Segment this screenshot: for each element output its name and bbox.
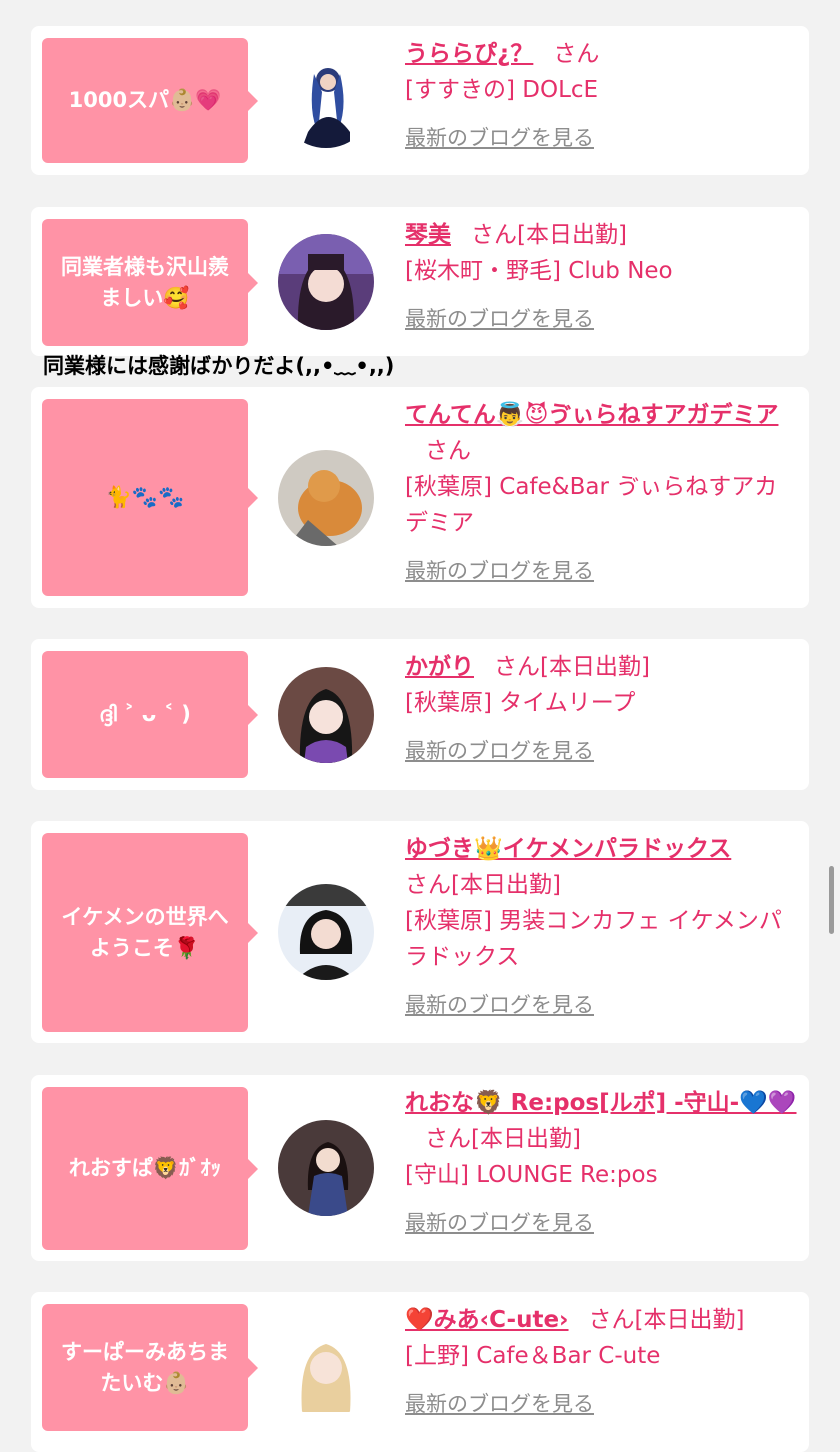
cast-name-link[interactable]: うららぴ¿？	[405, 41, 533, 67]
cast-card: すーぱーみあちま たいむ👶🏼 ❤️みあ‹C-ute› さん[本日出勤] [上野] …	[31, 1292, 809, 1452]
cast-comment-text: 同業様には感謝ばかりだよ(,,•﹏•,,)	[43, 354, 395, 378]
cast-card: 🐈🐾🐾 てんてん👼😈ゔぃらねすアガデミアさん [秋葉原] Cafe&Bar ゔぃ…	[31, 387, 809, 608]
cast-status: さん[本日出勤]	[471, 222, 627, 248]
avatar[interactable]	[278, 450, 374, 546]
cast-card: イケメンの世界へ ようこそ🌹 ゆづき👑イケメンパラドックス さん[本日出勤] […	[31, 821, 809, 1043]
cast-name-link[interactable]: てんてん👼😈ゔぃらねすアガデミア	[405, 402, 778, 428]
cast-status: さん[本日出勤]	[425, 1126, 581, 1152]
avatar-image	[278, 1120, 374, 1216]
comment-bubble: すーぱーみあちま たいむ👶🏼	[42, 1304, 258, 1431]
cast-status: さん	[425, 438, 471, 464]
scrollbar-thumb[interactable]	[829, 866, 834, 934]
shop-label: [守山] LOUNGE Re:pos	[405, 1162, 658, 1188]
cast-name-link[interactable]: ゆづき👑イケメンパラドックス	[405, 836, 731, 862]
avatar[interactable]	[278, 1120, 374, 1216]
cast-name-link[interactable]: れおな🦁 Re:pos[ルポ] -守山-💙💜	[405, 1090, 797, 1116]
cast-card: 同業者様も沢山羨 ましい🥰 琴美 さん[本日出勤] [桜木町・野毛] Club N…	[31, 207, 809, 356]
blog-link[interactable]: 最新のブログを見る	[405, 1205, 797, 1241]
comment-bubble: 1000スパ👶🏼💗	[42, 38, 258, 163]
avatar-image	[278, 234, 374, 330]
comment-bubble: 🐈🐾🐾	[42, 399, 258, 596]
avatar-image	[278, 884, 374, 980]
avatar-image	[278, 1322, 374, 1418]
comment-bubble: れおすぱ🦁ｶﾞｵｯ	[42, 1087, 258, 1250]
shop-label: [秋葉原] タイムリープ	[405, 690, 636, 716]
blog-link[interactable]: 最新のブログを見る	[405, 733, 797, 769]
blog-link[interactable]: 最新のブログを見る	[405, 301, 797, 337]
blog-link[interactable]: 最新のブログを見る	[405, 553, 797, 589]
blog-link[interactable]: 最新のブログを見る	[405, 987, 797, 1023]
shop-label: [桜木町・野毛] Club Neo	[405, 258, 673, 284]
cast-status: さん	[553, 41, 600, 67]
cast-name-link[interactable]: かがり	[405, 654, 474, 680]
avatar-image	[278, 52, 374, 148]
blog-link[interactable]: 最新のブログを見る	[405, 120, 797, 156]
cast-status: さん[本日出勤]	[405, 872, 561, 898]
avatar[interactable]	[278, 52, 374, 148]
cast-name-link[interactable]: 琴美	[405, 222, 451, 248]
comment-bubble: イケメンの世界へ ようこそ🌹	[42, 833, 258, 1032]
cast-status: さん[本日出勤]	[588, 1307, 745, 1333]
cast-card: ദ്ദി ˃ ᴗ ˂ ) かがり さん[本日出勤] [秋葉原] タイムリープ 最新…	[31, 639, 809, 790]
comment-bubble: 同業者様も沢山羨 ましい🥰	[42, 219, 258, 346]
shop-label: [上野] Cafe＆Bar C-ute	[405, 1343, 661, 1369]
blog-link[interactable]: 最新のブログを見る	[405, 1386, 797, 1422]
comment-bubble: ദ്ദി ˃ ᴗ ˂ )	[42, 651, 258, 778]
avatar[interactable]	[278, 667, 374, 763]
avatar[interactable]	[278, 1322, 374, 1418]
avatar-image	[278, 450, 374, 546]
shop-label: [秋葉原] 男装コンカフェ イケメンパラドックス	[405, 908, 782, 970]
cast-card: れおすぱ🦁ｶﾞｵｯ れおな🦁 Re:pos[ルポ] -守山-💙💜 さん[本日出勤]…	[31, 1075, 809, 1261]
cast-name-link[interactable]: ❤️みあ‹C-ute›	[405, 1307, 569, 1333]
shop-label: [秋葉原] Cafe&Bar ゔぃらねすアカデミア	[405, 474, 778, 536]
avatar-image	[278, 667, 374, 763]
avatar[interactable]	[278, 884, 374, 980]
shop-label: [すすきの] DOLcE	[405, 77, 599, 103]
cast-status: さん[本日出勤]	[494, 654, 650, 680]
cast-card: 1000スパ👶🏼💗 うららぴ¿？ さん [すすきの] DOLcE 最新のブログを見…	[31, 26, 809, 175]
avatar[interactable]	[278, 234, 374, 330]
